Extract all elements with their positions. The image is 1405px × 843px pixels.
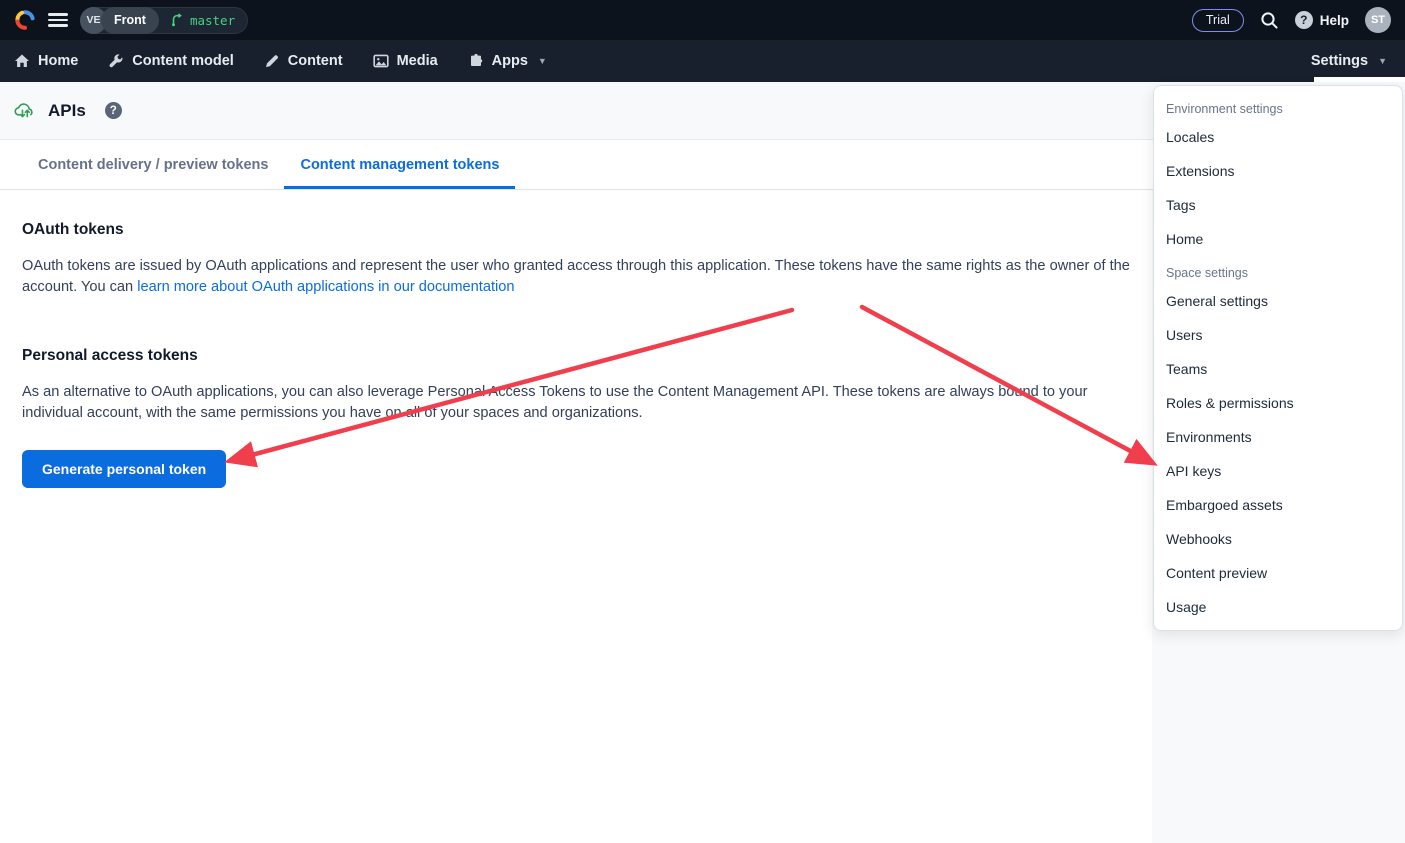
settings-active-indicator (1314, 77, 1405, 82)
generate-personal-token-button[interactable]: Generate personal token (22, 450, 226, 488)
page-help-icon[interactable]: ? (105, 102, 122, 119)
git-branch-icon (170, 13, 184, 27)
chevron-down-icon: ▼ (1378, 56, 1387, 66)
settings-menu-item-home[interactable]: Home (1154, 222, 1402, 256)
trial-badge: Trial (1192, 9, 1244, 32)
wrench-icon (108, 53, 124, 69)
settings-menu-item-extensions[interactable]: Extensions (1154, 154, 1402, 188)
page-title: APIs (48, 101, 86, 121)
main-navbar: Home Content model Content Media Apps ▼ … (0, 40, 1405, 82)
nav-label: Content model (132, 53, 234, 69)
nav-item-home[interactable]: Home (14, 40, 78, 82)
settings-menu-item-locales[interactable]: Locales (1154, 120, 1402, 154)
media-image-icon (373, 53, 389, 69)
nav-label: Media (397, 53, 438, 69)
branch-name: master (190, 13, 235, 28)
oauth-tokens-description: OAuth tokens are issued by OAuth applica… (22, 256, 1131, 297)
main-content: OAuth tokens OAuth tokens are issued by … (0, 191, 1153, 488)
topbar: VE Front master Trial ? Help ST (0, 0, 1405, 40)
oauth-tokens-heading: OAuth tokens (22, 221, 1131, 239)
nav-label: Home (38, 53, 78, 69)
nav-label: Apps (492, 53, 528, 69)
menu-section-environment-settings: Environment settings (1154, 92, 1402, 120)
settings-menu-item-tags[interactable]: Tags (1154, 188, 1402, 222)
nav-label: Content (288, 53, 343, 69)
help-button[interactable]: ? Help (1295, 11, 1349, 29)
nav-item-content-model[interactable]: Content model (108, 40, 234, 82)
settings-menu-item-teams[interactable]: Teams (1154, 352, 1402, 386)
page-header: APIs ? (0, 82, 1153, 140)
settings-dropdown-menu: Environment settings Locales Extensions … (1153, 85, 1403, 631)
settings-menu-item-content-preview[interactable]: Content preview (1154, 556, 1402, 590)
menu-section-space-settings: Space settings (1154, 256, 1402, 284)
apis-cloud-icon (14, 100, 37, 121)
tab-content-management-tokens[interactable]: Content management tokens (284, 140, 515, 189)
settings-menu-item-general-settings[interactable]: General settings (1154, 284, 1402, 318)
personal-access-tokens-heading: Personal access tokens (22, 347, 1131, 365)
help-label: Help (1320, 13, 1349, 28)
settings-menu-item-usage[interactable]: Usage (1154, 590, 1402, 624)
search-icon[interactable] (1260, 11, 1279, 30)
settings-menu-item-embargoed-assets[interactable]: Embargoed assets (1154, 488, 1402, 522)
chevron-down-icon: ▼ (538, 56, 547, 66)
nav-item-media[interactable]: Media (373, 40, 438, 82)
settings-menu-item-webhooks[interactable]: Webhooks (1154, 522, 1402, 556)
nav-item-settings[interactable]: Settings ▼ (1311, 40, 1391, 82)
nav-label: Settings (1311, 53, 1368, 69)
space-breadcrumb: VE Front master (80, 7, 248, 34)
personal-access-tokens-description: As an alternative to OAuth applications,… (22, 382, 1131, 423)
settings-menu-item-api-keys[interactable]: API keys (1154, 454, 1402, 488)
settings-menu-item-users[interactable]: Users (1154, 318, 1402, 352)
nav-item-content[interactable]: Content (264, 40, 343, 82)
apps-puzzle-icon (468, 53, 484, 69)
home-icon (14, 53, 30, 69)
space-name-pill[interactable]: Front (101, 7, 159, 34)
pen-icon (264, 53, 280, 69)
tab-content-delivery-preview-tokens[interactable]: Content delivery / preview tokens (22, 140, 284, 189)
tabs: Content delivery / preview tokens Conten… (0, 140, 1153, 190)
oauth-docs-link[interactable]: learn more about OAuth applications in o… (137, 279, 514, 295)
settings-menu-item-environments[interactable]: Environments (1154, 420, 1402, 454)
nav-item-apps[interactable]: Apps ▼ (468, 40, 547, 82)
user-avatar[interactable]: ST (1365, 7, 1391, 33)
contentful-logo-icon[interactable] (14, 9, 36, 31)
settings-menu-item-roles-permissions[interactable]: Roles & permissions (1154, 386, 1402, 420)
question-circle-icon: ? (1295, 11, 1313, 29)
hamburger-menu-icon[interactable] (48, 13, 68, 27)
branch-selector[interactable]: master (159, 13, 235, 28)
